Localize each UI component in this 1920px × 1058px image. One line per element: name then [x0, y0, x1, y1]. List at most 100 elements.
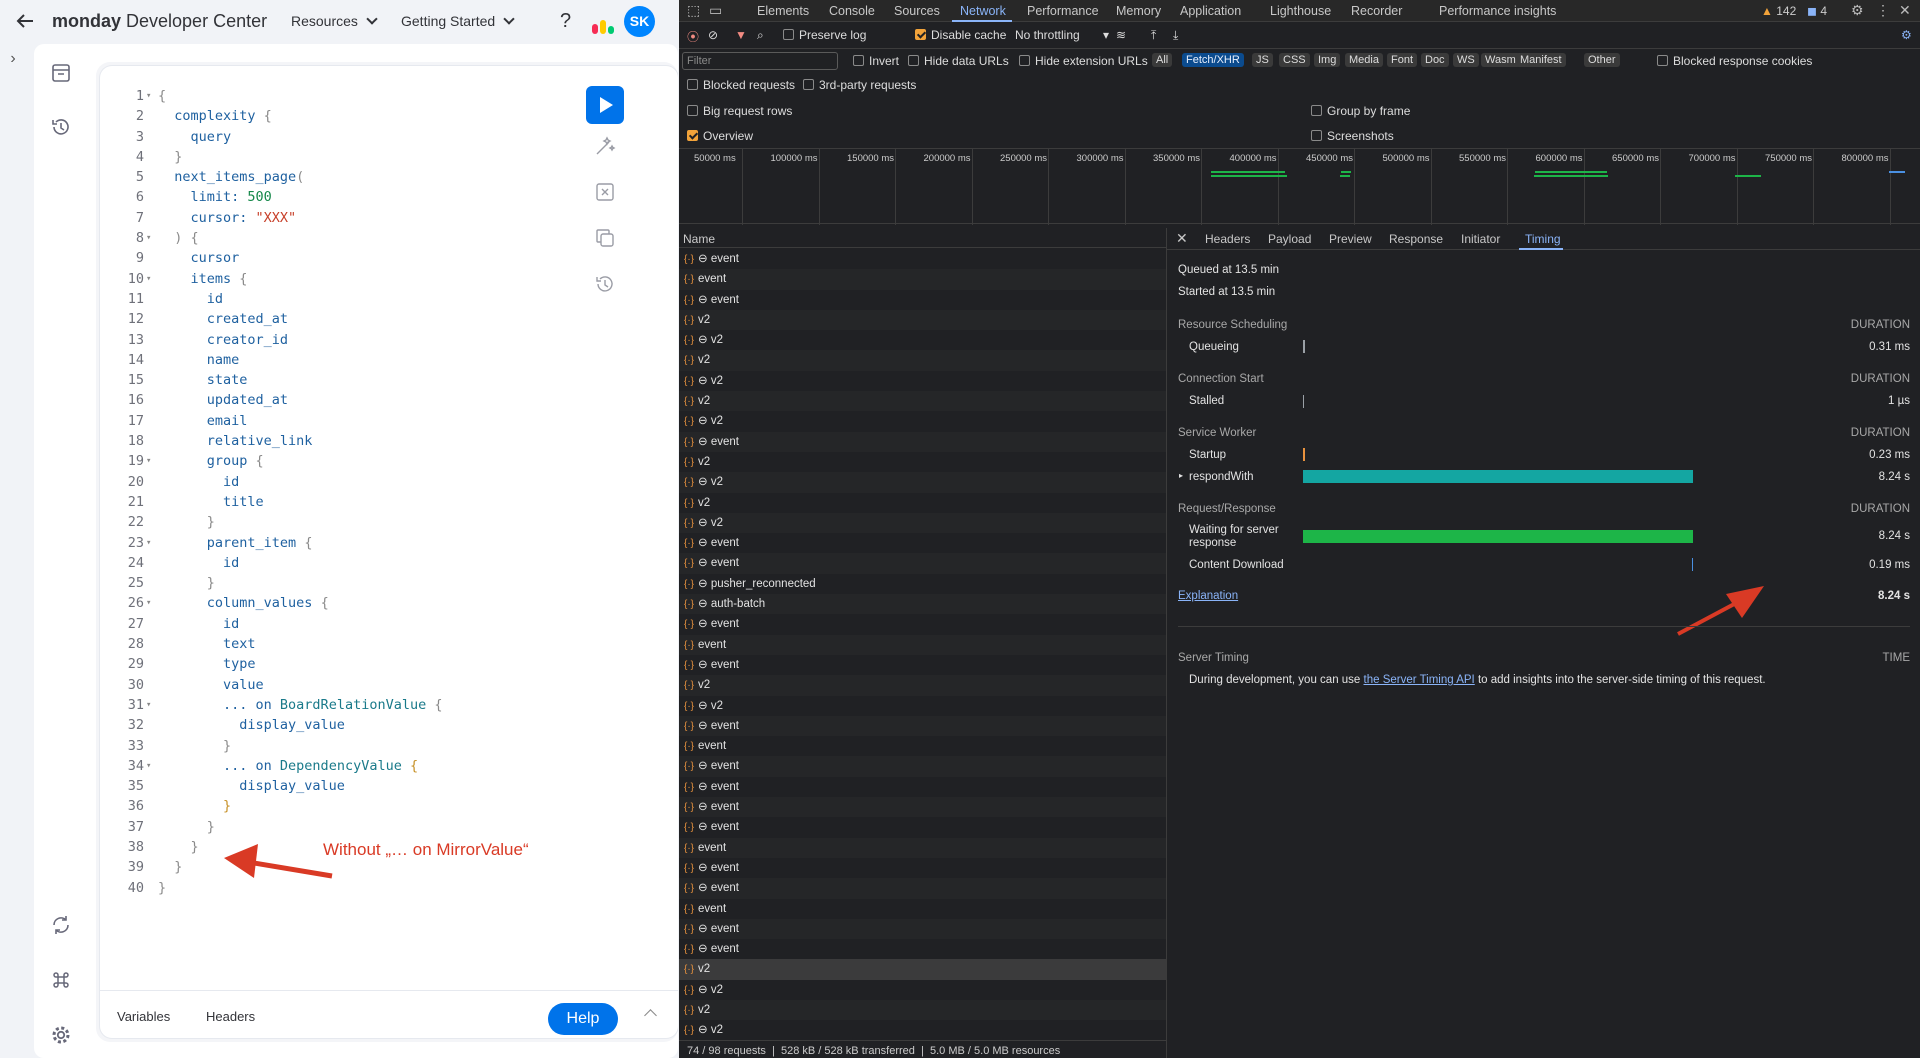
request-row[interactable]: {·} v2 [679, 675, 1166, 696]
tab-timing[interactable]: Timing [1525, 232, 1561, 246]
group-by-frame-checkbox[interactable]: Group by frame [1311, 104, 1410, 118]
code-line[interactable]: 28 text [100, 634, 580, 654]
app-title[interactable]: monday Developer Center [52, 11, 267, 32]
request-row[interactable]: {·} ⊖ v2 [679, 696, 1166, 716]
request-row[interactable]: {·} event [679, 736, 1166, 756]
request-row[interactable]: {·} ⊖ event [679, 817, 1166, 837]
code-line[interactable]: 18 relative_link [100, 431, 580, 451]
request-row[interactable]: {·} ⊖ event [679, 431, 1166, 452]
tab-performance-insights[interactable]: Performance insights [1439, 4, 1556, 18]
request-row[interactable]: {·} ⊖ event [679, 655, 1166, 675]
warnings-count[interactable]: ▲ 142 [1761, 4, 1796, 18]
code-line[interactable]: 31 ▾ ... on BoardRelationValue { [100, 695, 580, 715]
device-toolbar-icon[interactable]: ▭ [709, 2, 722, 19]
code-line[interactable]: 33 } [100, 736, 580, 756]
blocked-response-cookies-checkbox[interactable]: Blocked response cookies [1657, 54, 1812, 68]
tab-initiator[interactable]: Initiator [1461, 232, 1500, 246]
network-settings-icon[interactable]: ⚙ [1901, 28, 1912, 42]
request-row[interactable]: {·} ⊖ v2 [679, 472, 1166, 493]
filter-chip-manifest[interactable]: Manifest [1516, 53, 1566, 67]
filter-chip-fetch-xhr[interactable]: Fetch/XHR [1182, 53, 1244, 67]
filter-chip-css[interactable]: CSS [1279, 53, 1310, 67]
request-row[interactable]: {·} v2 [679, 959, 1166, 980]
code-line[interactable]: 15 state [100, 370, 580, 390]
code-line[interactable]: 10 ▾ items { [100, 269, 580, 289]
overview-checkbox[interactable]: Overview [687, 129, 753, 143]
merge-fragments-icon[interactable] [593, 180, 617, 204]
code-line[interactable]: 6 limit: 500 [100, 187, 580, 207]
big-request-rows-checkbox[interactable]: Big request rows [687, 104, 792, 118]
query-code[interactable]: 1 ▾{2 complexity {3 query 4 } 5 next_items_… [100, 86, 580, 898]
third-party-requests-checkbox[interactable]: 3rd-party requests [803, 78, 916, 92]
network-conditions-icon[interactable]: ≋ [1116, 28, 1126, 42]
tab-response[interactable]: Response [1389, 232, 1443, 246]
code-line[interactable]: 35 display_value [100, 776, 580, 796]
request-row[interactable]: {·} ⊖ event [679, 939, 1166, 959]
code-line[interactable]: 32 display_value [100, 715, 580, 735]
request-row[interactable]: {·} event [679, 837, 1166, 858]
request-list-header[interactable]: Name [679, 228, 1166, 248]
tab-payload[interactable]: Payload [1268, 232, 1311, 246]
disable-cache-checkbox[interactable]: Disable cache [915, 28, 1006, 42]
tab-recorder[interactable]: Recorder [1351, 4, 1402, 18]
fold-arrow-icon[interactable]: ▾ [146, 695, 151, 715]
request-row[interactable]: {·} ⊖ auth-batch [679, 594, 1166, 615]
server-timing-api-link[interactable]: the Server Timing API [1364, 674, 1475, 686]
filter-chip-wasm[interactable]: Wasm [1481, 53, 1520, 67]
throttling-select[interactable]: No throttling ▾ [1015, 28, 1109, 42]
code-line[interactable]: 4 } [100, 147, 580, 167]
request-row[interactable]: {·} v2 [679, 350, 1166, 371]
code-line[interactable]: 24 id [100, 553, 580, 573]
clear-icon[interactable]: ⊘ [708, 28, 718, 42]
fold-arrow-icon[interactable]: ▾ [146, 593, 151, 613]
settings-gear-icon[interactable] [50, 1024, 72, 1046]
help-icon[interactable]: ? [560, 10, 571, 33]
help-button[interactable]: Help [548, 1003, 618, 1035]
filter-chip-ws[interactable]: WS [1453, 53, 1479, 67]
code-line[interactable]: 16 updated_at [100, 390, 580, 410]
code-line[interactable]: 29 type [100, 654, 580, 674]
blocked-requests-checkbox[interactable]: Blocked requests [687, 78, 795, 92]
code-line[interactable]: 19 ▾ group { [100, 451, 580, 471]
filter-icon[interactable]: ▼ [735, 28, 747, 42]
filter-chip-media[interactable]: Media [1345, 53, 1383, 67]
search-icon[interactable]: ⌕ [757, 28, 764, 43]
fold-arrow-icon[interactable]: ▾ [146, 451, 151, 471]
code-line[interactable]: 17 email [100, 411, 580, 431]
copy-icon[interactable] [593, 226, 617, 250]
request-row[interactable]: {·} ⊖ event [679, 533, 1166, 553]
tab-sources[interactable]: Sources [894, 4, 940, 18]
request-row[interactable]: {·} ⊖ event [679, 878, 1166, 899]
expand-triangle-icon[interactable]: ▸ [1179, 471, 1183, 480]
network-overview-timeline[interactable]: 50000 ms 100000 ms 150000 ms 200000 ms 25000… [679, 148, 1920, 225]
variables-tab[interactable]: Variables [117, 1009, 170, 1024]
filter-input[interactable]: Filter [682, 52, 838, 70]
tab-headers[interactable]: Headers [1205, 232, 1250, 246]
code-line[interactable]: 11 id [100, 289, 580, 309]
tab-performance[interactable]: Performance [1027, 4, 1099, 18]
settings-gear-icon[interactable]: ⚙ [1851, 2, 1864, 19]
import-har-icon[interactable]: ⤒ [1151, 28, 1156, 43]
inspect-icon[interactable]: ⬚ [687, 2, 700, 19]
avatar[interactable]: SK [624, 6, 655, 37]
code-line[interactable]: 1 ▾ { [100, 86, 580, 106]
tab-application[interactable]: Application [1180, 4, 1241, 18]
request-row[interactable]: {·} v2 [679, 452, 1166, 472]
request-row[interactable]: {·} ⊖ event [679, 553, 1166, 574]
explanation-link[interactable]: Explanation [1178, 590, 1238, 602]
code-line[interactable]: 27 id [100, 614, 580, 634]
headers-tab[interactable]: Headers [206, 1009, 255, 1024]
request-row[interactable]: {·} ⊖ v2 [679, 411, 1166, 431]
code-line[interactable]: 34 ▾ ... on DependencyValue { [100, 756, 580, 776]
expand-sidebar-icon[interactable]: › [0, 44, 26, 74]
code-line[interactable]: 20 id [100, 472, 580, 492]
request-row[interactable]: {·} ⊖ event [679, 777, 1166, 797]
request-row[interactable]: {·} v2 [679, 999, 1166, 1021]
code-line[interactable]: 14 name [100, 350, 580, 370]
request-row[interactable]: {·} ⊖ v2 [679, 512, 1166, 534]
request-row[interactable]: {·} ⊖ event [679, 918, 1166, 940]
request-row[interactable]: {·} ⊖ event [679, 797, 1166, 818]
filter-chip-doc[interactable]: Doc [1421, 53, 1449, 67]
request-row[interactable]: {·} v2 [679, 391, 1166, 412]
export-har-icon[interactable]: ⤓ [1173, 28, 1178, 43]
